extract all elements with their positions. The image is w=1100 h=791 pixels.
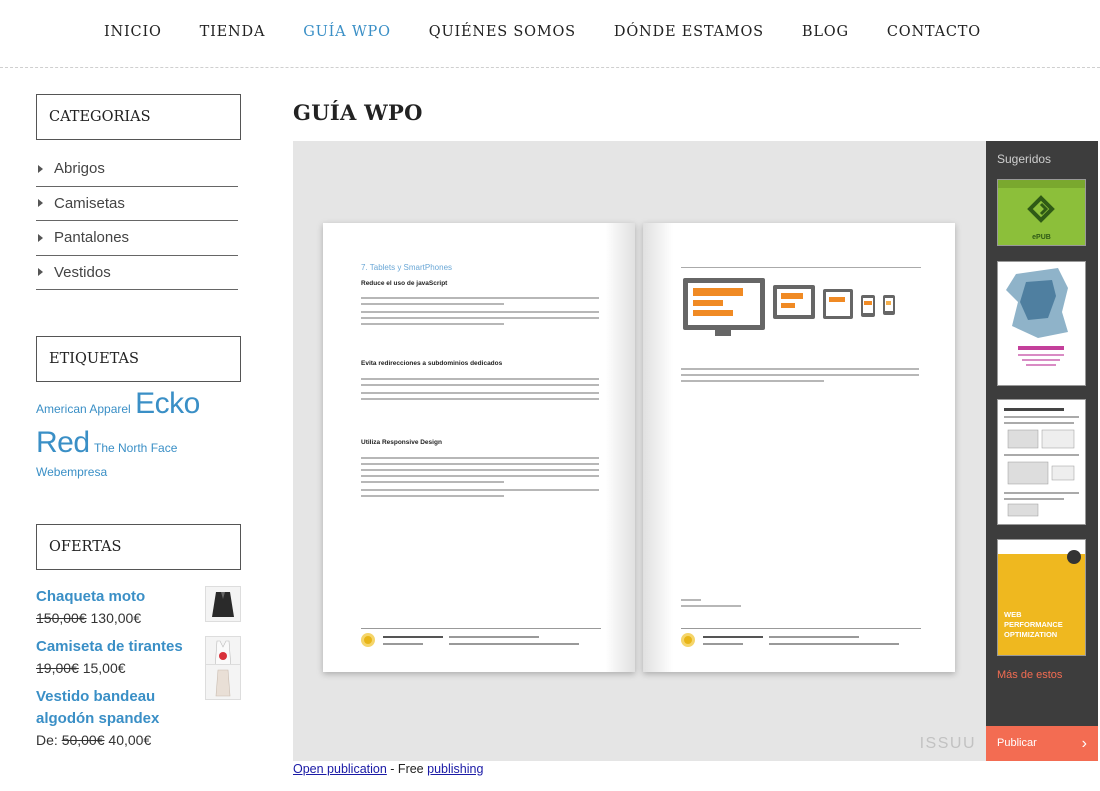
wordcloud-cover-icon [1006, 268, 1068, 366]
suggested-publication-wpo[interactable]: WEB PERFORMANCE OPTIMIZATION [997, 539, 1086, 656]
page-title: GUÍA WPO [293, 100, 423, 125]
nav-item-contacto[interactable]: CONTACTO [887, 24, 981, 40]
more-like-this-link[interactable]: Más de estos [997, 669, 1062, 681]
publish-label: Publicar [997, 737, 1037, 749]
offers-heading: OFERTAS [36, 524, 241, 570]
desktop-monitor-icon [683, 278, 765, 330]
tag-webempresa[interactable]: Webempresa [36, 465, 107, 479]
category-item-camisetas[interactable]: Camisetas [36, 187, 238, 221]
suggested-publication-wordpress[interactable] [997, 261, 1086, 386]
category-item-vestidos[interactable]: Vestidos [36, 256, 238, 290]
offer-title-link[interactable]: Vestido bandeau algodón spandex [36, 686, 196, 730]
product-thumbnail[interactable] [205, 664, 241, 700]
open-publication-link[interactable]: Open publication [293, 762, 387, 776]
publication-links: Open publication - Free publishing [293, 762, 483, 776]
page-heading: Utiliza Responsive Design [361, 439, 442, 446]
publication-viewer[interactable]: 7. Tablets y SmartPhones Reduce el uso d… [293, 141, 986, 761]
category-list: Abrigos Camisetas Pantalones Vestidos [36, 152, 238, 290]
caret-right-icon [38, 233, 43, 242]
smartphone-icon [861, 295, 875, 317]
chevron-right-icon: › [1081, 735, 1087, 752]
old-price: 19,00€ [36, 660, 79, 676]
free-separator: - Free [386, 762, 428, 776]
tags-heading: ETIQUETAS [36, 336, 241, 382]
tag-cloud: American Apparel Ecko Red The North Face… [36, 384, 241, 483]
wpo-cover-title: WEB PERFORMANCE OPTIMIZATION [1004, 610, 1063, 639]
price-prefix: De: [36, 732, 62, 748]
page-chapter-title: 7. Tablets y SmartPhones [361, 263, 453, 272]
document-cover-icon [1004, 408, 1079, 517]
smartphone-icon [883, 295, 895, 315]
offer-item: Chaqueta moto 150,00€ 130,00€ [36, 586, 241, 628]
page-footer [361, 628, 601, 650]
nav-item-donde-estamos[interactable]: DÓNDE ESTAMOS [614, 24, 764, 40]
nav-item-tienda[interactable]: TIENDA [200, 24, 266, 40]
top-navigation: INICIO TIENDA GUÍA WPO QUIÉNES SOMOS DÓN… [0, 0, 1100, 68]
publishing-link[interactable]: publishing [427, 762, 483, 776]
book-page-left[interactable]: 7. Tablets y SmartPhones Reduce el uso d… [323, 223, 635, 672]
new-price: 15,00€ [82, 660, 126, 676]
page-heading: Reduce el uso de javaScript [361, 280, 448, 287]
product-thumbnail[interactable] [205, 586, 241, 622]
tag-american-apparel[interactable]: American Apparel [36, 402, 131, 416]
epub-label: ePUB [1032, 234, 1051, 241]
category-item-abrigos[interactable]: Abrigos [36, 152, 238, 187]
new-price: 130,00€ [90, 610, 142, 626]
category-label: Vestidos [54, 263, 111, 281]
caret-right-icon [38, 199, 43, 208]
category-item-pantalones[interactable]: Pantalones [36, 221, 238, 256]
category-label: Pantalones [54, 229, 130, 247]
nav-item-quienes-somos[interactable]: QUIÉNES SOMOS [429, 24, 576, 40]
caret-right-icon [38, 164, 43, 173]
caret-right-icon [38, 268, 43, 277]
category-label: Abrigos [54, 160, 105, 178]
nav-item-blog[interactable]: BLOG [802, 24, 849, 40]
tablet-icon [773, 285, 815, 319]
suggested-publication-epub[interactable]: ePUB [997, 179, 1086, 246]
issuu-logo[interactable]: ISSUU [920, 735, 976, 753]
old-price: 150,00€ [36, 610, 87, 626]
tag-the-north-face[interactable]: The North Face [94, 441, 177, 455]
new-price: 40,00€ [108, 732, 152, 748]
offers-list: Chaqueta moto 150,00€ 130,00€ Camiseta d… [36, 586, 241, 758]
metricspot-logo-icon [361, 633, 375, 647]
nav-item-guia-wpo[interactable]: GUÍA WPO [303, 24, 391, 40]
metricspot-logo-icon [681, 633, 695, 647]
offer-title-link[interactable]: Chaqueta moto [36, 586, 196, 608]
offer-title-link[interactable]: Camiseta de tirantes [36, 636, 196, 658]
offer-item: Vestido bandeau algodón spandex De: 50,0… [36, 664, 241, 750]
suggestions-panel: Sugeridos ePUB WEB PERFORMANCE OPTIMIZAT… [986, 141, 1098, 761]
old-price: 50,00€ [61, 732, 105, 748]
book-page-right[interactable] [643, 223, 955, 672]
nav-item-inicio[interactable]: INICIO [104, 24, 162, 40]
suggested-publication-document[interactable] [997, 399, 1086, 525]
category-label: Camisetas [54, 194, 125, 212]
categories-heading: CATEGORIAS [36, 94, 241, 140]
publish-button[interactable]: Publicar › [986, 726, 1098, 761]
page-heading: Evita redirecciones a subdominios dedica… [361, 360, 503, 367]
page-footer [681, 628, 921, 650]
tablet-small-icon [823, 289, 853, 319]
offer-price: De: 50,00€ 40,00€ [36, 730, 241, 750]
suggestions-title: Sugeridos [997, 152, 1052, 166]
